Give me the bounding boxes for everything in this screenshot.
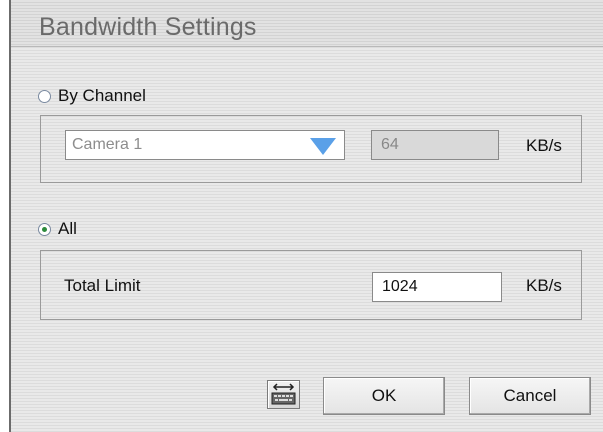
- channel-bandwidth-input[interactable]: 64: [371, 130, 499, 160]
- all-label: All: [58, 219, 77, 238]
- virtual-keyboard-button[interactable]: [267, 380, 300, 409]
- by-channel-label: By Channel: [58, 86, 146, 105]
- all-option[interactable]: All: [38, 219, 77, 239]
- total-limit-unit: KB/s: [526, 276, 562, 295]
- title-bar: Bandwidth Settings: [11, 0, 603, 47]
- keyboard-icon: [271, 383, 296, 405]
- bandwidth-settings-dialog: Bandwidth Settings By Channel Camera 1 6…: [9, 0, 603, 432]
- by-channel-option[interactable]: By Channel: [38, 86, 146, 106]
- total-limit-value: 1024: [382, 278, 418, 295]
- camera-select-value: Camera 1: [72, 136, 143, 153]
- by-channel-group: Camera 1 64 KB/s: [40, 115, 582, 183]
- ok-button[interactable]: OK: [323, 377, 445, 415]
- camera-select[interactable]: Camera 1: [65, 130, 345, 160]
- dropdown-arrow-icon[interactable]: [310, 138, 336, 155]
- cancel-button[interactable]: Cancel: [469, 377, 591, 415]
- channel-bandwidth-value: 64: [381, 136, 399, 153]
- all-radio[interactable]: [38, 222, 51, 236]
- total-limit-input[interactable]: 1024: [372, 272, 502, 302]
- channel-bandwidth-unit: KB/s: [526, 136, 562, 155]
- total-limit-label: Total Limit: [64, 276, 141, 295]
- all-group: Total Limit 1024 KB/s: [40, 250, 582, 320]
- dialog-title: Bandwidth Settings: [39, 13, 257, 41]
- by-channel-radio[interactable]: [38, 89, 51, 103]
